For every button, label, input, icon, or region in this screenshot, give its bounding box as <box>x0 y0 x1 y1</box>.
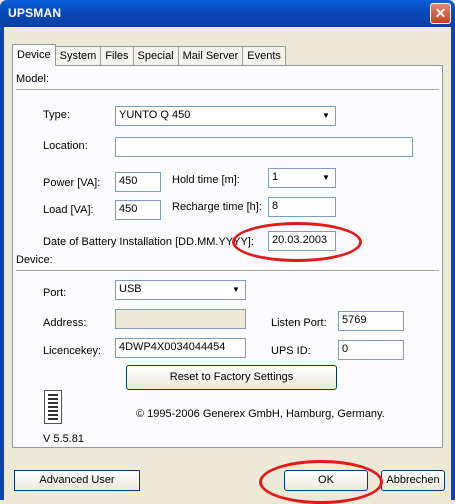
tab-device[interactable]: Device <box>12 44 56 66</box>
chevron-down-icon[interactable]: ▼ <box>318 170 334 186</box>
title-bar[interactable]: UPSMAN ✕ <box>0 0 455 27</box>
power-label: Power [VA]: <box>43 177 101 189</box>
port-label: Port: <box>43 287 67 299</box>
hold-time-value: 1 <box>272 171 279 183</box>
address-input[interactable] <box>115 309 246 329</box>
device-divider <box>16 270 439 272</box>
licencekey-input[interactable]: 4DWP4X0034044454 <box>115 338 246 358</box>
load-label: Load [VA]: <box>43 204 94 216</box>
close-button[interactable]: ✕ <box>430 3 451 24</box>
hold-time-select[interactable]: 1 ▼ <box>268 168 336 188</box>
model-divider <box>16 89 439 91</box>
chevron-down-icon[interactable]: ▼ <box>228 282 244 298</box>
tab-special[interactable]: Special <box>132 46 179 66</box>
version-label: V 5.5.81 <box>43 433 84 445</box>
port-select-value: USB <box>119 283 142 295</box>
annotation-ellipse-ok <box>259 460 383 504</box>
port-select[interactable]: USB ▼ <box>115 280 246 300</box>
chevron-down-icon[interactable]: ▼ <box>318 108 334 124</box>
battery-date-label: Date of Battery Installation [DD.MM.YYYY… <box>43 236 254 248</box>
model-heading: Model: <box>16 73 50 85</box>
address-label: Address: <box>43 317 87 329</box>
annotation-ellipse-battery-date <box>232 222 362 262</box>
tab-files[interactable]: Files <box>100 46 134 66</box>
close-icon: ✕ <box>434 5 447 21</box>
copyright-text: © 1995-2006 Generex GmbH, Hamburg, Germa… <box>136 408 385 420</box>
power-input[interactable]: 450 <box>115 172 161 192</box>
window-frame-right <box>451 27 455 500</box>
cancel-button[interactable]: Abbrechen <box>381 470 445 491</box>
load-input[interactable]: 450 <box>115 200 161 220</box>
recharge-time-input[interactable]: 8 <box>268 197 336 217</box>
reset-factory-button[interactable]: Reset to Factory Settings <box>126 365 337 390</box>
listen-port-input[interactable]: 5769 <box>338 311 404 331</box>
type-select[interactable]: YUNTO Q 450 ▼ <box>115 106 336 126</box>
tab-mail-server[interactable]: Mail Server <box>177 46 244 66</box>
recharge-time-label: Recharge time [h]: <box>172 201 262 213</box>
listen-port-label: Listen Port: <box>271 317 327 329</box>
licencekey-label: Licencekey: <box>43 345 102 357</box>
tab-system[interactable]: System <box>54 46 102 66</box>
ups-device-icon <box>44 390 62 424</box>
device-heading: Device: <box>16 254 53 266</box>
tab-events[interactable]: Events <box>242 46 286 66</box>
hold-time-label: Hold time [m]: <box>172 174 240 186</box>
type-label: Type: <box>43 109 70 121</box>
location-label: Location: <box>43 140 88 152</box>
tab-strip: Device System Files Special Mail Server … <box>12 44 286 66</box>
ups-id-label: UPS ID: <box>271 345 311 357</box>
advanced-user-button[interactable]: Advanced User <box>14 470 140 491</box>
type-select-value: YUNTO Q 450 <box>119 109 191 121</box>
window-title: UPSMAN <box>8 6 62 20</box>
window-frame-left <box>0 27 4 500</box>
ups-id-input[interactable]: 0 <box>338 340 404 360</box>
location-input[interactable] <box>115 137 413 157</box>
